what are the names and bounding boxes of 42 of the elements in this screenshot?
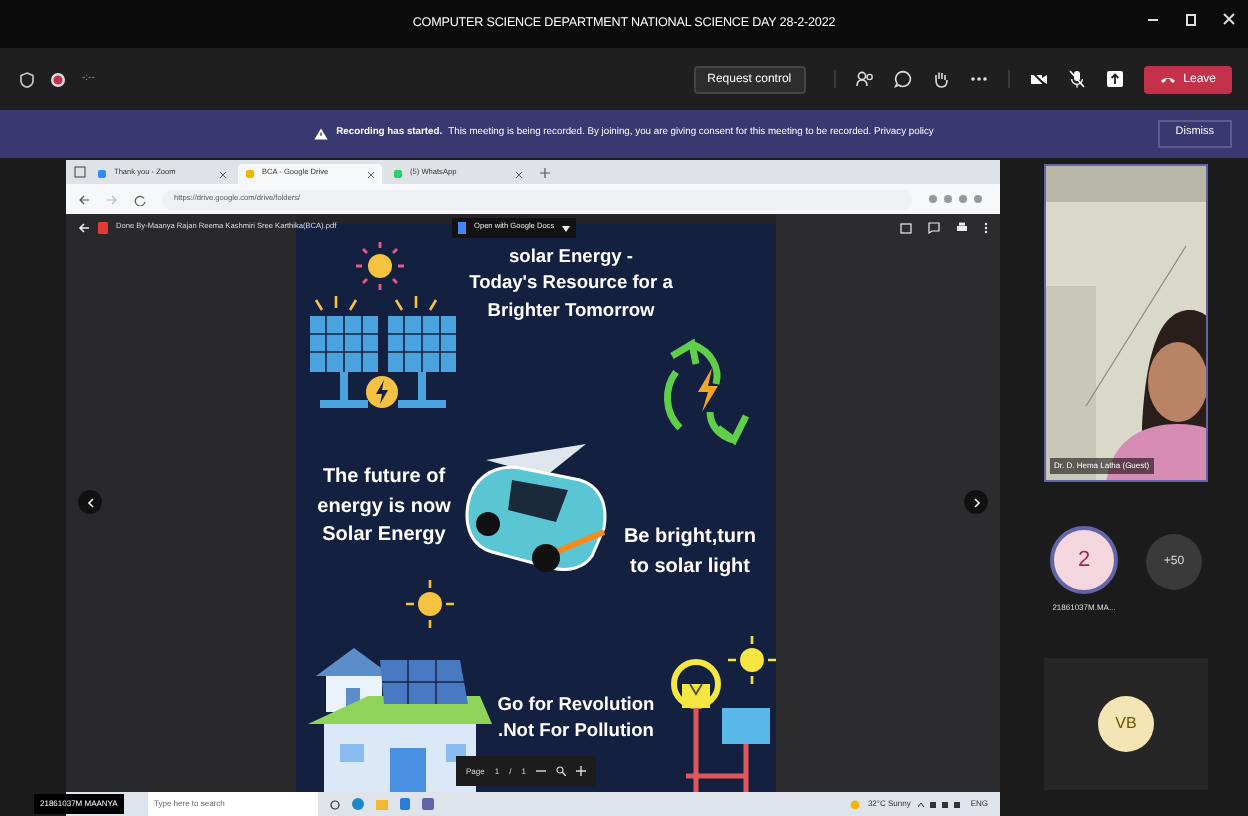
sun-icon (404, 578, 456, 630)
chat-icon[interactable] (893, 70, 912, 88)
comment-icon[interactable] (928, 222, 940, 234)
add-to-drive-icon[interactable] (900, 222, 912, 234)
people-icon[interactable] (855, 70, 874, 88)
chevron-right-icon (971, 497, 981, 507)
back-icon[interactable] (78, 193, 90, 205)
poster-headline: solar Energy - Today's Resource for a Brighter Tomorrow (467, 244, 675, 324)
reload-icon[interactable] (134, 193, 146, 205)
poster-text: The future of energy is now Solar Energy (315, 464, 453, 550)
camera-off-icon[interactable] (1029, 70, 1048, 88)
tab-actions-icon[interactable] (74, 166, 86, 178)
participant-avatar: 2 (1050, 526, 1118, 594)
poster-text: Go for Revolution .Not For Pollution (495, 692, 657, 745)
share-screen-icon[interactable] (1105, 70, 1124, 88)
print-icon[interactable] (956, 222, 968, 234)
site-icon (246, 170, 254, 178)
chevron-left-icon (85, 497, 95, 507)
docs-icon (458, 222, 466, 234)
participant-avatar: VB (1098, 696, 1154, 752)
new-tab-icon[interactable] (540, 167, 550, 177)
sun-icon (354, 240, 406, 292)
edge-icon[interactable] (352, 798, 364, 810)
site-icon (98, 170, 106, 178)
poster-text: Be bright,turn to solar light (621, 524, 759, 581)
restore-icon[interactable] (1184, 12, 1198, 26)
mic-off-icon[interactable] (1067, 70, 1086, 88)
caret-icon (562, 225, 571, 231)
warning-icon (314, 128, 329, 140)
zoom-out-icon[interactable] (535, 766, 546, 776)
phone-icon (1159, 74, 1176, 84)
teams-icon[interactable] (422, 798, 434, 810)
car-drawing (465, 444, 607, 572)
pdf-icon (98, 222, 108, 234)
shield-icon (20, 71, 34, 87)
zoom-in-icon[interactable] (575, 766, 586, 776)
task-view-icon[interactable] (330, 799, 340, 809)
zoom-icon[interactable] (555, 766, 566, 776)
site-icon (394, 170, 402, 178)
recycle-icon (664, 340, 750, 444)
extensions-icon[interactable] (928, 194, 988, 204)
raise-hand-icon[interactable] (931, 70, 950, 88)
